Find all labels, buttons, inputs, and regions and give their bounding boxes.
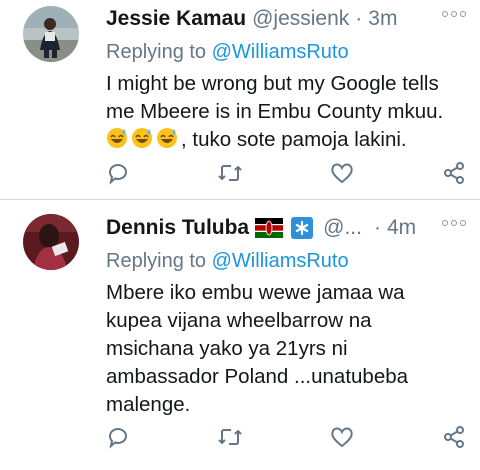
display-name[interactable]: Dennis Tuluba bbox=[106, 216, 249, 240]
sweat-smile-emoji-icon bbox=[132, 128, 152, 148]
display-name[interactable]: Jessie Kamau bbox=[106, 7, 246, 31]
tweet-text: I might be wrong but my Google tells me … bbox=[106, 70, 466, 154]
tweet-text: Mbere iko embu wewe jamaa wa kupea vijan… bbox=[106, 279, 466, 419]
text-line: ambassador Poland ...unatubeba bbox=[106, 365, 409, 388]
timestamp[interactable]: 4m bbox=[387, 216, 416, 240]
sweat-smile-emoji-icon bbox=[107, 128, 127, 148]
user-handle[interactable]: @... bbox=[323, 216, 362, 240]
replying-prefix: Replying to bbox=[106, 41, 207, 63]
share-icon[interactable] bbox=[442, 161, 466, 185]
reply-icon[interactable] bbox=[106, 161, 130, 185]
text-line: , tuko sote pamoja lakini. bbox=[106, 126, 466, 154]
mention-link[interactable]: @WilliamsRuto bbox=[212, 250, 349, 272]
avatar[interactable] bbox=[23, 214, 79, 270]
reply-icon[interactable] bbox=[106, 425, 130, 449]
share-icon[interactable] bbox=[442, 425, 466, 449]
sweat-smile-emoji-icon bbox=[157, 128, 177, 148]
user-handle[interactable]: @jessienk bbox=[252, 7, 349, 31]
tweet-card[interactable]: Jessie Kamau @jessienk · 3m Replying to … bbox=[0, 0, 480, 199]
replying-to: Replying to @WilliamsRuto bbox=[106, 41, 466, 64]
separator-dot: · bbox=[373, 216, 381, 239]
blue-asterisk-badge-icon bbox=[291, 217, 314, 239]
retweet-icon[interactable] bbox=[217, 161, 243, 185]
tweet-header: Dennis Tuluba @... · 4m bbox=[106, 214, 466, 242]
like-icon[interactable] bbox=[329, 161, 355, 185]
text-line: kupea vijana wheelbarrow na bbox=[106, 309, 372, 332]
text-line: Mbere iko embu wewe jamaa wa bbox=[106, 281, 405, 304]
separator-dot: · bbox=[355, 7, 363, 30]
text-line: I might be wrong but my Google tells bbox=[106, 72, 439, 95]
tweet-card[interactable]: Dennis Tuluba @... · 4m Replying to @Wil… bbox=[0, 200, 480, 470]
text-after-emoji: , tuko sote pamoja lakini. bbox=[181, 128, 407, 151]
avatar[interactable] bbox=[23, 6, 79, 62]
replying-prefix: Replying to bbox=[106, 250, 207, 272]
more-options-icon[interactable] bbox=[442, 11, 466, 17]
more-options-icon[interactable] bbox=[442, 220, 466, 226]
like-icon[interactable] bbox=[329, 425, 355, 449]
action-bar bbox=[106, 425, 466, 449]
replying-to: Replying to @WilliamsRuto bbox=[106, 250, 466, 273]
kenya-flag-icon bbox=[255, 218, 284, 238]
retweet-icon[interactable] bbox=[217, 425, 243, 449]
timestamp[interactable]: 3m bbox=[368, 7, 397, 31]
text-line: me Mbeere is in Embu County mkuu. bbox=[106, 100, 444, 123]
text-line: malenge. bbox=[106, 393, 191, 416]
tweet-header: Jessie Kamau @jessienk · 3m bbox=[106, 5, 466, 33]
text-line: msichana yako ya 21yrs ni bbox=[106, 337, 348, 360]
action-bar bbox=[106, 161, 466, 185]
mention-link[interactable]: @WilliamsRuto bbox=[212, 41, 349, 63]
